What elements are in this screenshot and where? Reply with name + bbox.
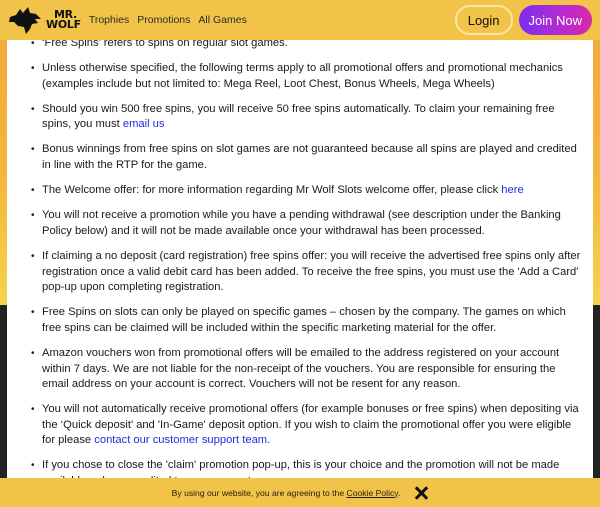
terms-item: You will not automatically receive promo… bbox=[31, 402, 583, 449]
terms-item-text: The Welcome offer: for more information … bbox=[42, 184, 502, 197]
cookie-period: . bbox=[397, 487, 401, 498]
terms-list: ‘Free Spins’ refers to spins on regular … bbox=[7, 40, 583, 490]
terms-item: If claiming a no deposit (card registrat… bbox=[31, 249, 583, 296]
cookie-banner: By using our website, you are agreeing t… bbox=[0, 478, 600, 507]
join-now-button[interactable]: Join Now bbox=[518, 5, 592, 35]
nav-all-games[interactable]: All Games bbox=[198, 14, 246, 26]
terms-item: The Welcome offer: for more information … bbox=[31, 183, 583, 199]
terms-item-text: Free Spins on slots can only be played o… bbox=[42, 306, 566, 334]
nav-trophies[interactable]: Trophies bbox=[89, 14, 129, 26]
main-nav: Trophies Promotions All Games bbox=[89, 14, 247, 26]
cookie-message: By using our website, you are agreeing t… bbox=[171, 487, 347, 498]
terms-item-text: Should you win 500 free spins, you will … bbox=[42, 102, 555, 131]
logo-line-2: WOLF bbox=[46, 18, 81, 31]
mr-wolf-logo[interactable]: MR. WOLF bbox=[8, 0, 81, 40]
terms-item-text: Unless otherwise specified, the followin… bbox=[42, 62, 563, 90]
welcome-offer-here-link[interactable]: here bbox=[501, 184, 523, 196]
terms-item: You will not receive a promotion while y… bbox=[31, 208, 583, 239]
terms-item: Bonus winnings from free spins on slot g… bbox=[31, 142, 583, 173]
terms-item-text: ‘Free Spins’ refers to spins on regular … bbox=[42, 40, 288, 49]
terms-item: Should you win 500 free spins, you will … bbox=[31, 102, 583, 133]
cookie-banner-text: By using our website, you are agreeing t… bbox=[172, 488, 401, 498]
terms-item: Amazon vouchers won from promotional off… bbox=[31, 346, 583, 393]
terms-item-text: You will not receive a promotion while y… bbox=[42, 209, 561, 237]
wolf-head-icon bbox=[9, 7, 41, 34]
contact-support-link[interactable]: contact our customer support team. bbox=[94, 434, 270, 446]
site-header: MR. WOLF Trophies Promotions All Games L… bbox=[0, 0, 600, 40]
terms-content: ‘Free Spins’ refers to spins on regular … bbox=[7, 40, 593, 507]
close-icon[interactable] bbox=[414, 486, 428, 500]
terms-item-text: Bonus winnings from free spins on slot g… bbox=[42, 143, 577, 172]
terms-item-text: Amazon vouchers won from promotional off… bbox=[42, 346, 560, 391]
logo-wordmark: MR. WOLF bbox=[46, 9, 81, 31]
terms-item: Free Spins on slots can only be played o… bbox=[31, 305, 583, 336]
terms-item: ‘Free Spins’ refers to spins on regular … bbox=[31, 40, 583, 52]
terms-item: Unless otherwise specified, the followin… bbox=[31, 61, 583, 92]
email-us-link[interactable]: email us bbox=[123, 118, 165, 130]
login-button[interactable]: Login bbox=[454, 5, 513, 35]
nav-promotions[interactable]: Promotions bbox=[137, 14, 190, 26]
terms-item-text: If claiming a no deposit (card registrat… bbox=[42, 249, 581, 294]
auth-buttons: Login Join Now bbox=[454, 5, 592, 35]
cookie-policy-link[interactable]: Cookie Policy bbox=[347, 488, 398, 498]
